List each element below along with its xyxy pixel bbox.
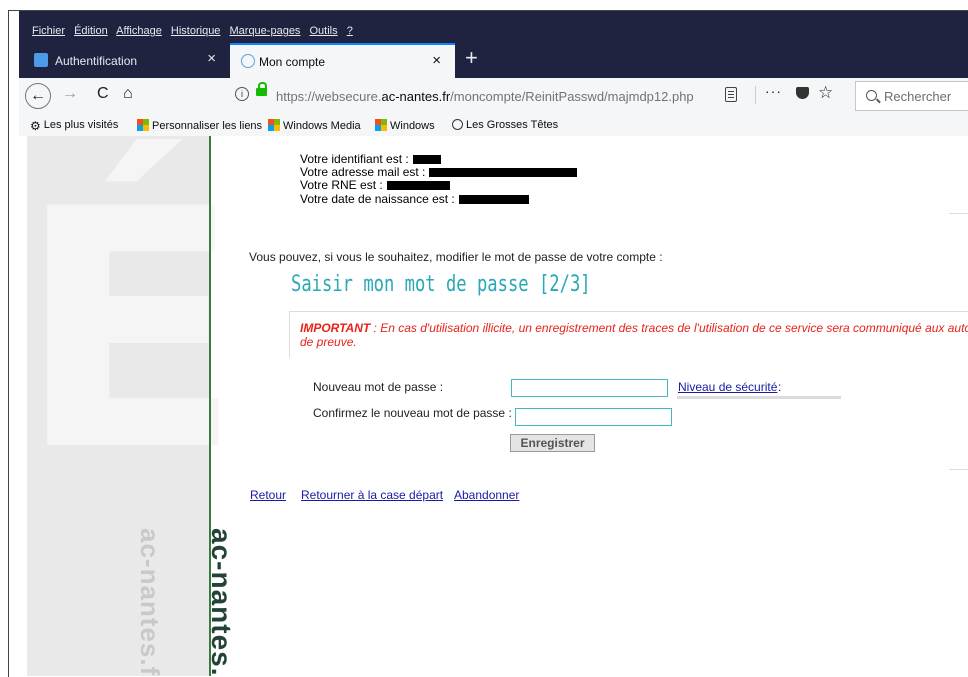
security-level-bar — [677, 396, 841, 399]
search-box[interactable]: Rechercher — [855, 81, 968, 111]
tab-title: Mon compte — [259, 55, 326, 69]
link-abandonner[interactable]: Abandonner — [454, 488, 519, 502]
search-placeholder: Rechercher — [884, 89, 952, 104]
redaction — [429, 168, 578, 178]
redaction — [412, 155, 441, 165]
bookmark-windows-media[interactable]: Windows Media — [268, 119, 361, 132]
windows-icon — [137, 119, 149, 131]
bookmarks-bar: ⚙ Les plus visités Personnaliser les lien… — [19, 115, 968, 136]
info-rne: Votre RNE est : — [300, 178, 450, 192]
divider — [949, 213, 968, 214]
page-title: Saisir mon mot de passe [2/3] — [291, 272, 591, 297]
menu-marque-pages[interactable]: Marque-pages — [230, 25, 301, 37]
link-case-depart[interactable]: Retourner à la case départ — [301, 488, 443, 502]
info-identifiant: Votre identifiant est : — [300, 152, 441, 166]
menu-affichage[interactable]: Affichage — [116, 25, 162, 37]
tab-close-icon[interactable]: × — [432, 52, 441, 69]
menu-outils[interactable]: Outils — [310, 25, 338, 37]
warning-text: IMPORTANT : En cas d'utilisation illicit… — [300, 321, 968, 349]
windows-icon — [375, 119, 387, 131]
url-text[interactable]: https://websecure.ac-nantes.fr/moncompte… — [276, 89, 694, 104]
pocket-icon[interactable] — [796, 87, 809, 99]
bookmark-most-visited[interactable]: ⚙ Les plus visités — [30, 119, 118, 133]
back-arrow-icon[interactable]: ← — [25, 83, 51, 109]
lock-icon[interactable] — [256, 82, 267, 96]
menu-help[interactable]: ? — [347, 25, 353, 37]
tab-title: Authentification — [55, 54, 138, 68]
menu-bar: Fichier Édition Affichage Historique Mar… — [19, 11, 968, 43]
menu-fichier[interactable]: Fichier — [32, 25, 65, 37]
new-password-input[interactable] — [511, 379, 668, 397]
save-button[interactable]: Enregistrer — [510, 434, 595, 452]
security-level-link[interactable]: Niveau de sécurité — [678, 380, 777, 394]
reader-view-icon[interactable] — [725, 87, 737, 102]
redaction — [386, 181, 450, 191]
new-tab-icon[interactable]: + — [465, 45, 478, 71]
confirm-password-input[interactable] — [515, 408, 672, 426]
tab-mon-compte[interactable]: Mon compte × — [230, 43, 455, 78]
tab-close-icon[interactable]: × — [207, 50, 216, 67]
windows-icon — [268, 119, 280, 131]
search-icon — [866, 90, 877, 101]
side-watermark: ac-nantes.fr — [135, 528, 165, 676]
intro-text: Vous pouvez, si vous le souhaitez, modif… — [249, 250, 663, 264]
home-icon[interactable]: ⌂ — [123, 85, 133, 103]
tab-strip: Authentification × Mon compte × + — [19, 43, 968, 78]
side-watermark-dark: ac-nantes.fr — [206, 528, 237, 676]
info-date-naissance: Votre date de naissance est : — [300, 192, 529, 206]
warning-box: IMPORTANT : En cas d'utilisation illicit… — [289, 311, 968, 358]
menu-edition[interactable]: Édition — [74, 25, 108, 37]
link-retour[interactable]: Retour — [250, 488, 286, 502]
menu-historique[interactable]: Historique — [171, 25, 221, 37]
bookmark-star-icon[interactable]: ☆ — [818, 83, 833, 103]
confirm-password-label: Confirmez le nouveau mot de passe : — [313, 406, 512, 420]
redaction — [458, 195, 529, 205]
forward-arrow-icon[interactable]: → — [62, 85, 78, 103]
bookmark-grosses-tetes[interactable]: Les Grosses Têtes — [452, 119, 558, 131]
new-password-label: Nouveau mot de passe : — [313, 380, 444, 394]
navigation-bar: ← → C ⌂ i https://websecure.ac-nantes.fr… — [19, 78, 968, 116]
tab-authentification[interactable]: Authentification × — [19, 43, 230, 78]
security-level-colon: : — [778, 380, 782, 394]
tab-favicon-icon — [34, 53, 48, 67]
bookmark-windows[interactable]: Windows — [375, 119, 435, 132]
info-icon[interactable]: i — [235, 87, 249, 101]
info-email: Votre adresse mail est : — [300, 165, 578, 179]
gear-icon: ⚙ — [30, 119, 41, 133]
separator — [755, 86, 756, 104]
url-bar[interactable]: i https://websecure.ac-nantes.fr/moncomp… — [225, 81, 843, 111]
bookmark-customize-links[interactable]: Personnaliser les liens — [137, 119, 262, 132]
divider — [949, 469, 968, 470]
page-content: É ac-nantes.fr ac-nantes.fr Votre identi… — [19, 136, 968, 676]
tab-favicon-icon — [241, 54, 255, 68]
more-actions-icon[interactable]: ··· — [765, 83, 782, 99]
reload-icon[interactable]: C — [97, 85, 109, 103]
logo-band: É — [19, 136, 242, 676]
globe-icon — [452, 119, 463, 130]
